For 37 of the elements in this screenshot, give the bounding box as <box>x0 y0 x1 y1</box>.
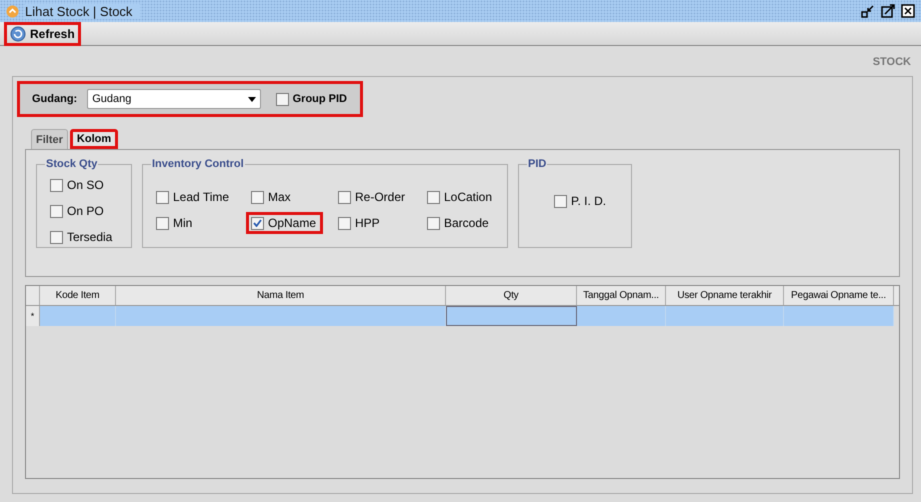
column-header[interactable]: Kode Item <box>40 286 116 305</box>
column-checkbox[interactable]: Lead Time <box>151 186 236 208</box>
column-checkbox[interactable]: HPP <box>333 212 412 234</box>
column-checkbox[interactable]: On SO <box>45 174 123 196</box>
warehouse-dropdown[interactable]: Gudang <box>87 89 261 109</box>
tab[interactable]: Kolom <box>70 129 118 149</box>
column-header[interactable]: Qty <box>446 286 577 305</box>
column-checkbox[interactable]: On PO <box>45 200 123 222</box>
tab[interactable]: Filter <box>31 129 68 149</box>
column-header[interactable]: Pegawai Opname te... <box>784 286 894 305</box>
group-title: Stock Qty <box>45 158 98 170</box>
column-checkbox[interactable]: P. I. D. <box>549 190 623 212</box>
column-header[interactable]: User Opname terakhir <box>666 286 784 305</box>
check-icon <box>253 219 262 227</box>
warehouse-label: Gudang: <box>32 93 78 105</box>
refresh-button[interactable]: Refresh <box>4 22 81 46</box>
column-header[interactable]: Nama Item <box>116 286 446 305</box>
column-header[interactable]: Tanggal Opnam... <box>577 286 666 305</box>
table-row[interactable]: * <box>26 306 899 326</box>
group-title: PID <box>527 158 548 170</box>
close-icon[interactable] <box>901 4 915 18</box>
restore-icon[interactable] <box>861 4 875 18</box>
section-title: STOCK <box>872 55 912 70</box>
group-title: Inventory Control <box>151 158 245 170</box>
group-pid-checkbox[interactable]: Group PID <box>270 88 352 110</box>
column-checkbox[interactable]: Min <box>151 212 236 234</box>
column-checkbox[interactable]: Re-Order <box>333 186 412 208</box>
column-checkbox[interactable]: LoCation <box>422 186 499 208</box>
app-icon <box>6 4 19 18</box>
caret-icon <box>248 96 256 102</box>
maximize-icon[interactable] <box>881 4 895 18</box>
column-checkbox[interactable]: OpName <box>246 212 323 234</box>
column-checkbox[interactable]: Tersedia <box>45 226 123 248</box>
column-checkbox[interactable]: Max <box>246 186 323 208</box>
window-title: Lihat Stock | Stock <box>25 4 140 18</box>
refresh-icon <box>10 26 26 42</box>
column-checkbox[interactable]: Barcode <box>422 212 499 234</box>
